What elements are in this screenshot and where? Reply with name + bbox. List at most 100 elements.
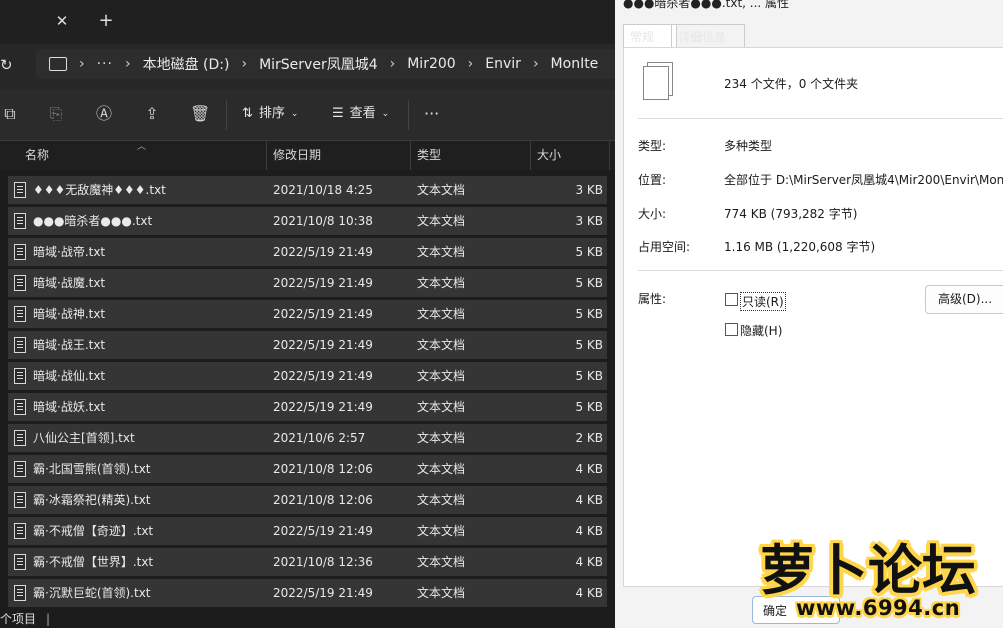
location-label: 位置: [638,173,667,187]
table-row[interactable]: 暗域·战魔.txt 2022/5/19 21:49 文本文档 5 KB [8,269,607,297]
modified-date: 2022/5/19 21:49 [273,369,373,383]
table-row[interactable]: 暗域·战王.txt 2022/5/19 21:49 文本文档 5 KB [8,331,607,359]
sort-button[interactable]: ⇅ 排序 ⌄ [242,104,298,124]
text-file-icon [14,430,26,446]
file-name: 霸·北国雪熊(首领).txt [33,462,151,476]
hidden-label[interactable]: 隐藏(H) [740,322,782,339]
text-file-icon [14,368,26,384]
text-file-icon [14,306,26,322]
file-name: 暗域·战妖.txt [33,400,106,414]
file-type: 文本文档 [417,555,466,569]
view-icon: ☰ [332,106,344,121]
file-type: 文本文档 [417,245,466,259]
modified-date: 2021/10/8 12:06 [273,493,373,507]
file-type: 文本文档 [417,462,466,476]
more-options-icon[interactable]: ··· [424,104,439,124]
tab-details[interactable]: 详细信息 [671,24,745,49]
close-tab-icon[interactable]: ✕ [53,12,71,30]
table-row[interactable]: 八仙公主[首领].txt 2021/10/6 2:57 文本文档 2 KB [8,424,607,452]
breadcrumb-item[interactable]: 本地磁盘 (D:) [143,54,230,74]
hidden-checkbox[interactable] [725,323,738,336]
chevron-right-icon: › [389,56,396,72]
breadcrumb[interactable]: › ··· › 本地磁盘 (D:) › MirServer凤凰城4 › Mir2… [36,49,615,79]
text-file-icon [14,213,26,229]
copy-icon[interactable]: ⧉ [0,104,20,124]
file-type: 文本文档 [417,183,466,197]
column-separator[interactable] [609,141,610,170]
table-row[interactable]: ●●●暗杀者●●●.txt 2021/10/8 10:38 文本文档 3 KB [8,207,607,235]
breadcrumb-item[interactable]: Mir200 [407,56,455,72]
type-value: 多种类型 [724,139,773,153]
paste-icon[interactable]: ⎘ [46,104,66,124]
column-date[interactable]: 修改日期 [273,141,321,170]
disk-size-label: 占用空间: [638,240,691,254]
advanced-button[interactable]: 高级(D)... [925,285,1003,314]
text-file-icon [14,399,26,415]
file-type: 文本文档 [417,524,466,538]
text-file-icon [14,523,26,539]
table-row[interactable]: 霸·沉默巨蛇(首领).txt 2022/5/19 21:49 文本文档 4 KB [8,579,607,607]
new-tab-icon[interactable]: + [96,11,116,31]
readonly-label[interactable]: 只读(R) [740,292,786,311]
column-size[interactable]: 大小 [537,141,561,170]
toolbar-divider [226,100,227,130]
rename-icon[interactable]: Ⓐ [94,104,114,124]
chevron-right-icon: › [79,56,85,72]
readonly-checkbox[interactable] [725,293,738,306]
modified-date: 2022/5/19 21:49 [273,276,373,290]
disk-size-value: 1.16 MB (1,220,608 字节) [724,240,876,254]
chevron-down-icon: ⌄ [381,109,390,119]
watermark-url: www.6994.cn [796,596,961,620]
delete-icon[interactable]: 🗑 [190,104,210,124]
file-size: 5 KB [575,369,603,383]
tab-strip [0,0,615,44]
column-separator[interactable] [410,141,411,170]
toolbar-divider [408,100,409,130]
dialog-title: ●●●暗杀者●●●.txt, ... 属性 [623,0,790,10]
item-count: 个项目 [0,612,37,626]
modified-date: 2021/10/8 10:38 [273,214,373,228]
modified-date: 2021/10/8 12:36 [273,555,373,569]
modified-date: 2022/5/19 21:49 [273,307,373,321]
tab-general[interactable]: 常规 [623,24,677,49]
file-name: 霸·不戒僧【世界】.txt [33,555,154,569]
file-type: 文本文档 [417,431,466,445]
refresh-icon[interactable]: ↻ [0,56,14,74]
modified-date: 2022/5/19 21:49 [273,524,373,538]
table-row[interactable]: 暗域·战帝.txt 2022/5/19 21:49 文本文档 5 KB [8,238,607,266]
table-row[interactable]: 霸·不戒僧【世界】.txt 2021/10/8 12:36 文本文档 4 KB [8,548,607,576]
table-row[interactable]: 暗域·战仙.txt 2022/5/19 21:49 文本文档 5 KB [8,362,607,390]
breadcrumb-item[interactable]: Envir [485,56,521,72]
file-name: 霸·冰霜祭祀(精英).txt [33,493,151,507]
share-icon[interactable]: ⇪ [142,104,162,124]
table-row[interactable]: 霸·不戒僧【奇迹】.txt 2022/5/19 21:49 文本文档 4 KB [8,517,607,545]
breadcrumb-item[interactable]: MirServer凤凰城4 [259,54,378,74]
size-value: 774 KB (793,282 字节) [724,207,858,221]
file-size: 5 KB [575,245,603,259]
view-button[interactable]: ☰ 查看 ⌄ [332,104,389,124]
modified-date: 2021/10/18 4:25 [273,183,373,197]
breadcrumb-more-icon[interactable]: ··· [97,56,113,72]
table-row[interactable]: 霸·北国雪熊(首领).txt 2021/10/8 12:06 文本文档 4 KB [8,455,607,483]
file-size: 5 KB [575,276,603,290]
file-size: 5 KB [575,400,603,414]
table-row[interactable]: 霸·冰霜祭祀(精英).txt 2021/10/8 12:06 文本文档 4 KB [8,486,607,514]
breadcrumb-item[interactable]: MonIte [551,56,599,72]
file-size: 4 KB [575,493,603,507]
chevron-right-icon: › [467,56,474,72]
column-separator[interactable] [266,141,267,170]
modified-date: 2022/5/19 21:49 [273,586,373,600]
file-type: 文本文档 [417,276,466,290]
table-row[interactable]: ♦♦♦无敌魔神♦♦♦.txt 2021/10/18 4:25 文本文档 3 KB [8,176,607,204]
column-separator[interactable] [530,141,531,170]
computer-icon[interactable] [49,57,67,71]
file-name: 霸·不戒僧【奇迹】.txt [33,524,154,538]
sort-ascending-icon: ︿ [137,142,147,152]
column-name[interactable]: 名称 [25,141,49,170]
text-file-icon [14,182,26,198]
column-type[interactable]: 类型 [417,141,441,170]
chevron-down-icon: ⌄ [290,109,299,119]
table-row[interactable]: 暗域·战妖.txt 2022/5/19 21:49 文本文档 5 KB [8,393,607,421]
status-bar: 个项目 | [0,610,615,628]
table-row[interactable]: 暗域·战神.txt 2022/5/19 21:49 文本文档 5 KB [8,300,607,328]
